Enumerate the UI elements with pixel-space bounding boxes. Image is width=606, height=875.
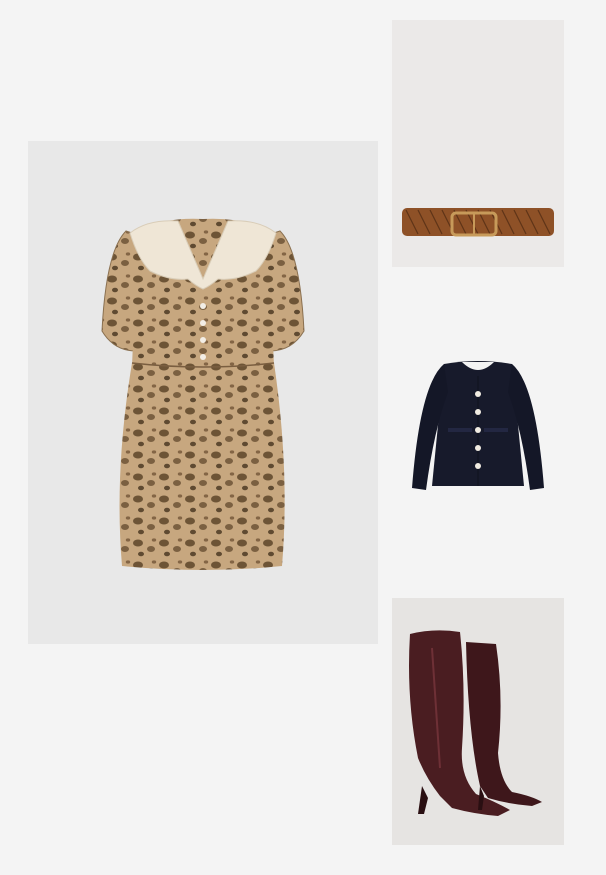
belt-panel — [392, 20, 564, 267]
navy-jacket-image — [412, 361, 544, 490]
burgundy-boots-image — [409, 630, 542, 816]
dress-panel — [28, 141, 378, 644]
jacket-panel — [392, 318, 564, 558]
boots-panel — [392, 598, 564, 845]
braided-belt-image — [402, 208, 554, 237]
leopard-dress-image — [101, 218, 305, 570]
